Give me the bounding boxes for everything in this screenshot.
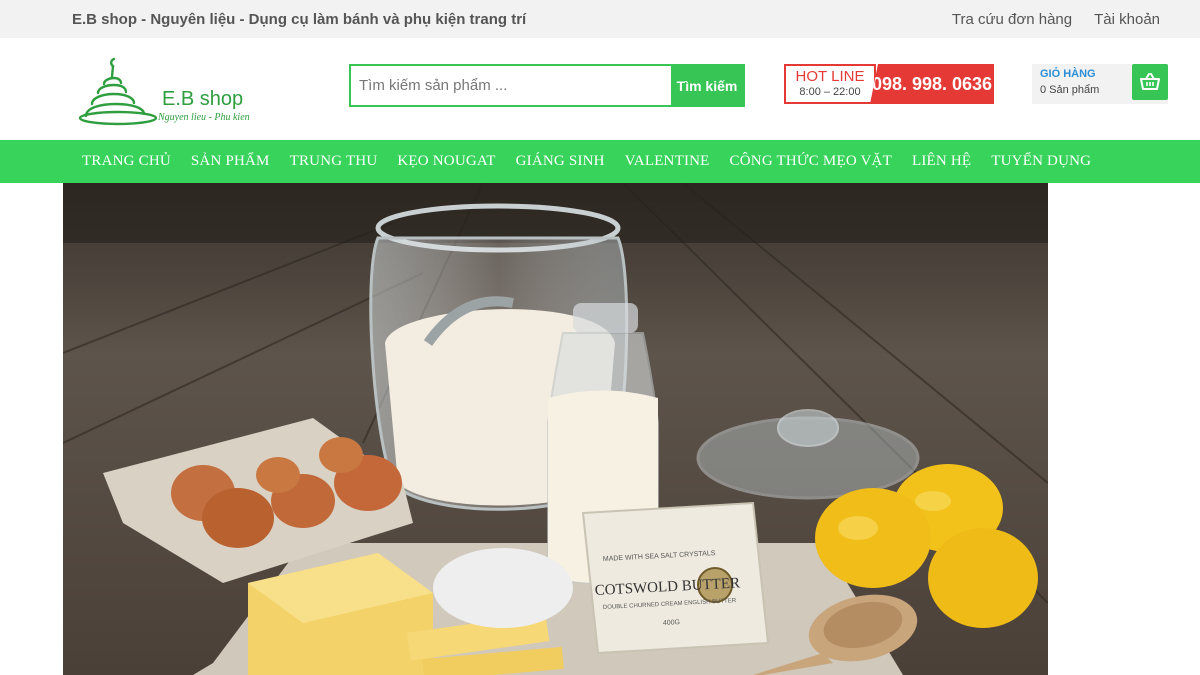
site-logo[interactable]: E.B shop Nguyen lieu - Phu kien xyxy=(78,58,278,130)
search-button[interactable]: Tìm kiếm xyxy=(671,66,743,105)
account-link[interactable]: Tài khoản xyxy=(1094,11,1160,28)
nav-item-contact[interactable]: LIÊN HỆ xyxy=(902,153,981,170)
hotline-box[interactable]: HOT LINE 8:00 – 22:00 098. 998. 0636 xyxy=(784,64,994,104)
hotline-number[interactable]: 098. 998. 0636 xyxy=(870,64,994,104)
nav-item-home[interactable]: TRANG CHỦ xyxy=(72,153,181,170)
nav-item-jobs[interactable]: TUYỂN DỤNG xyxy=(981,153,1101,170)
butter-weight-text: 400G xyxy=(663,619,680,627)
cake-logo-icon xyxy=(78,58,158,126)
nav-item-christmas[interactable]: GIÁNG SINH xyxy=(506,153,615,170)
cart-title: GIỎ HÀNG xyxy=(1040,68,1096,80)
nav-item-nougat[interactable]: KẸO NOUGAT xyxy=(387,153,505,170)
search-input[interactable] xyxy=(351,66,671,105)
hero-image: MADE WITH SEA SALT CRYSTALS COTSWOLD BUT… xyxy=(63,183,1048,675)
nav-item-valentine[interactable]: VALENTINE xyxy=(615,153,720,170)
nav-item-recipes[interactable]: CÔNG THỨC MẸO VẶT xyxy=(720,153,902,170)
logo-subtitle: Nguyen lieu - Phu kien xyxy=(158,112,250,123)
site-header: E.B shop Nguyen lieu - Phu kien Tìm kiếm… xyxy=(0,38,1200,140)
nav-item-products[interactable]: SẢN PHẨM xyxy=(181,153,280,170)
order-lookup-link[interactable]: Tra cứu đơn hàng xyxy=(952,11,1072,28)
hotline-label: HOT LINE xyxy=(795,68,865,85)
basket-icon[interactable] xyxy=(1132,64,1168,100)
site-tagline: E.B shop - Nguyên liệu - Dụng cụ làm bán… xyxy=(72,10,527,28)
nav-item-mid-autumn[interactable]: TRUNG THU xyxy=(280,153,388,170)
top-bar: E.B shop - Nguyên liệu - Dụng cụ làm bán… xyxy=(0,0,1200,38)
cart-count: 0 Sản phẩm xyxy=(1040,84,1100,96)
hotline-label-box: HOT LINE 8:00 – 22:00 xyxy=(784,64,876,104)
hero-banner[interactable]: MADE WITH SEA SALT CRYSTALS COTSWOLD BUT… xyxy=(63,183,1048,675)
cart-widget[interactable]: GIỎ HÀNG 0 Sản phẩm xyxy=(1032,64,1168,104)
hotline-hours: 8:00 – 22:00 xyxy=(799,86,861,98)
search-form: Tìm kiếm xyxy=(349,64,745,107)
logo-brand-text: E.B shop xyxy=(162,88,244,110)
top-links: Tra cứu đơn hàng Tài khoản xyxy=(952,11,1160,28)
main-nav: TRANG CHỦ SẢN PHẨM TRUNG THU KẸO NOUGAT … xyxy=(0,140,1200,183)
